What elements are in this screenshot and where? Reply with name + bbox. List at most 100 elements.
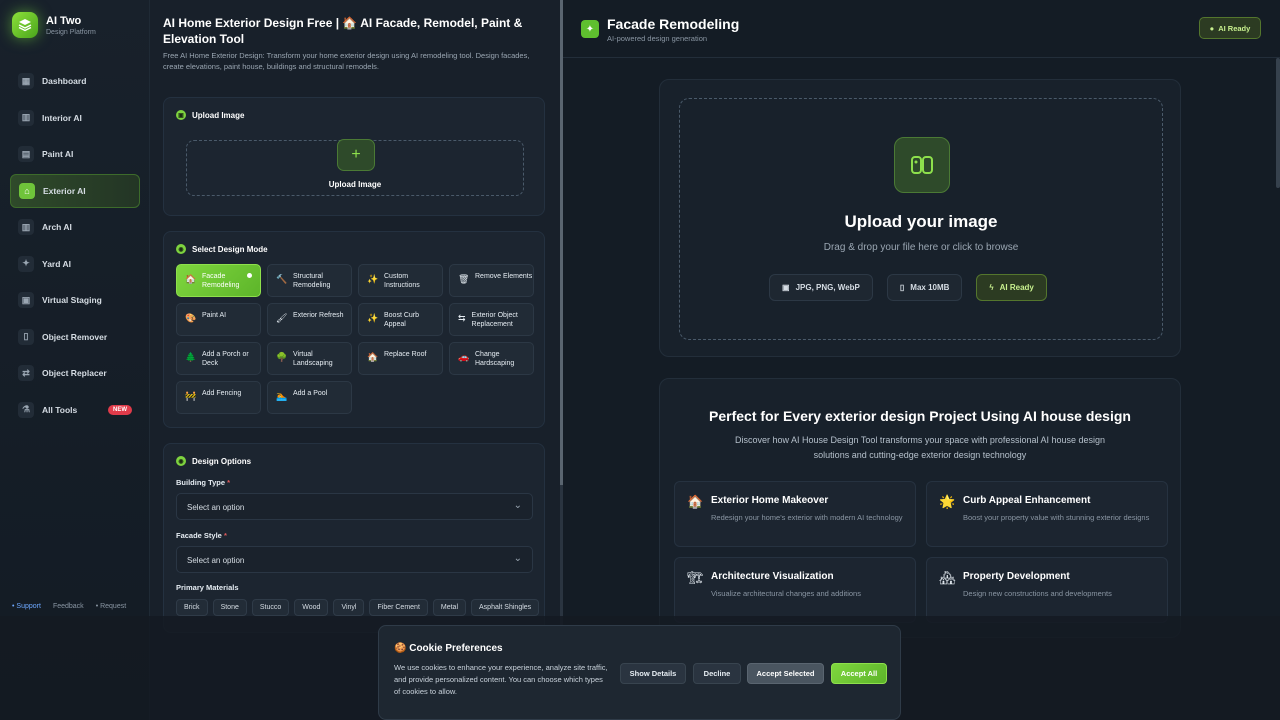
house-icon: ⌂ [19,182,35,199]
house-icon: 🏠 [367,352,379,362]
upload-info-pills: ▣ JPG, PNG, WebP ▯ Max 10MB ϟ AI Ready [769,274,1047,301]
mode-custom-instructions[interactable]: ✨ Custom Instructions [358,264,443,297]
primary-materials-label: Primary Materials [176,583,239,592]
star-icon: 🌟 [939,494,956,509]
preview-scrollbar[interactable] [1276,58,1280,188]
sidebar-item-label: All Tools [42,404,78,415]
paint-icon: ▤ [18,146,34,162]
image-icon: ▣ [18,292,34,308]
ai-ready-pill: ϟ AI Ready [976,274,1047,301]
sidebar-item-object-remover[interactable]: ▯ Object Remover [10,320,140,354]
materials-chips: Brick Stone Stucco Wood Vinyl Fiber Ceme… [176,599,540,616]
cookie-banner: 🍪 Cookie Preferences We use cookies to e… [378,625,901,720]
features-title: Perfect for Every exterior design Projec… [709,408,1131,424]
settings-icon: ◉ [176,456,186,466]
material-chip[interactable]: Wood [294,599,329,616]
upload-heading: ▣ Upload Image [176,110,244,120]
hammer-icon: 🔨 [276,274,288,284]
car-icon: 🚗 [458,352,470,362]
design-options-card: ◉ Design Options Building Type * Select … [163,443,545,633]
mode-add-fencing[interactable]: 🚧 Add Fencing [176,381,261,414]
sidebar-item-dashboard[interactable]: ▦ Dashboard [10,64,140,98]
sidebar-item-all-tools[interactable]: ⚗ All Tools NEW [10,393,140,427]
mode-paint-ai[interactable]: 🎨 Paint AI [176,303,261,336]
image-dropzone[interactable]: Upload your image Drag & drop your file … [679,98,1163,340]
mode-virtual-landscaping[interactable]: 🌳 Virtual Landscaping [267,342,352,375]
material-chip[interactable]: Vinyl [333,599,365,616]
accept-selected-button[interactable]: Accept Selected [747,663,824,684]
material-chip[interactable]: Fiber Cement [369,599,428,616]
accept-all-button[interactable]: Accept All [831,663,887,684]
material-chip[interactable]: Stone [212,599,247,616]
feature-desc: Redesign your home's exterior with moder… [711,513,903,522]
layers-icon [12,12,38,38]
decline-button[interactable]: Decline [693,663,741,684]
sidebar-item-yard-ai[interactable]: ✦ Yard AI [10,247,140,281]
upload-title: Upload your image [844,212,998,231]
mode-exterior-object-replacement[interactable]: ⇆ Exterior Object Replacement [449,303,534,336]
material-chip[interactable]: Stucco [251,599,290,616]
swap-icon: ⇆ [458,313,466,323]
show-details-button[interactable]: Show Details [620,663,686,684]
request-link[interactable]: • Request [96,603,126,610]
mode-boost-curb-appeal[interactable]: ✨ Boost Curb Appeal [358,303,443,336]
feature-curb-appeal: 🌟 Curb Appeal Enhancement Boost your pro… [926,481,1168,547]
sidebar-item-label: Object Remover [42,331,108,342]
mode-add-porch-deck[interactable]: 🌲 Add a Porch or Deck [176,342,261,375]
feature-desc: Boost your property value with stunning … [963,513,1150,522]
sidebar-item-arch-ai[interactable]: ▥ Arch AI [10,210,140,244]
swap-icon: ⇄ [18,365,34,381]
max-size-pill: ▯ Max 10MB [886,274,963,301]
image-icon: ▣ [176,110,186,120]
feedback-link[interactable]: Feedback [53,603,84,610]
support-link[interactable]: • Support [12,603,41,610]
sidebar-item-object-replacer[interactable]: ⇄ Object Replacer [10,356,140,390]
chevron-down-icon: ⌄ [513,500,522,511]
sidebar-nav: ▦ Dashboard ▥ Interior AI ▤ Paint AI ⌂ E… [10,64,140,429]
material-chip[interactable]: Brick [176,599,208,616]
flask-icon: ⚗ [18,401,34,418]
feature-architecture-visualization: 🏗 Architecture Visualization Visualize a… [674,557,916,623]
tree-icon: 🌳 [276,352,288,362]
building-type-select[interactable]: Select an option ⌄ [176,493,533,520]
upload-subtitle: Drag & drop your file here or click to b… [823,242,1019,253]
pool-icon: 🏊 [276,391,288,401]
sidebar-item-label: Exterior AI [43,185,86,196]
material-chip[interactable]: Asphalt Shingles [471,599,540,616]
mode-exterior-refresh[interactable]: 🖌 Exterior Refresh [267,303,352,336]
design-mode-card: ◉ Select Design Mode 🏠 Facade Remodeling … [163,231,545,428]
brand[interactable]: AI Two Design Platform [12,12,96,38]
sidebar-item-virtual-staging[interactable]: ▣ Virtual Staging [10,283,140,317]
upload-dropzone[interactable]: + Upload Image [186,139,524,196]
mode-replace-roof[interactable]: 🏠 Replace Roof [358,342,443,375]
building-type-label: Building Type * [176,478,231,487]
mode-structural-remodeling[interactable]: 🔨 Structural Remodeling [267,264,352,297]
sidebar-item-label: Paint AI [42,149,74,159]
sidebar-item-label: Arch AI [42,222,72,232]
sidebar: AI Two Design Platform ▦ Dashboard ▥ Int… [0,0,150,720]
sidebar-item-paint-ai[interactable]: ▤ Paint AI [10,137,140,171]
image-upload-card: Upload your image Drag & drop your file … [659,79,1181,357]
material-chip[interactable]: Metal [432,599,467,616]
mode-remove-elements[interactable]: 🗑 Remove Elements [449,264,534,297]
sidebar-item-label: Dashboard [42,76,87,86]
mode-change-hardscaping[interactable]: 🚗 Change Hardscaping [449,342,534,375]
formats-pill: ▣ JPG, PNG, WebP [769,274,873,301]
lightning-icon: ϟ [989,283,994,292]
preview-subtitle: AI-powered design generation [607,34,708,43]
mode-add-pool[interactable]: 🏊 Add a Pool [267,381,352,414]
tree-icon: 🌲 [185,352,197,362]
building-icon: 🏗 [687,570,704,585]
preview-panel: ✦ Facade Remodeling AI-powered design ge… [563,0,1280,720]
sidebar-item-interior-ai[interactable]: ▥ Interior AI [10,101,140,135]
facade-style-select[interactable]: Select an option ⌄ [176,546,533,573]
building-icon: ▥ [18,109,34,126]
features-card: Perfect for Every exterior design Projec… [659,378,1181,638]
sparkle-icon: ✨ [367,313,379,323]
sidebar-item-label: Interior AI [42,112,82,123]
tool-panel: AI Home Exterior Design Free | 🏠 AI Faca… [150,0,560,720]
mode-facade-remodeling[interactable]: 🏠 Facade Remodeling [176,264,261,297]
sidebar-item-exterior-ai[interactable]: ⌂ Exterior AI [10,173,140,208]
design-mode-heading: ◉ Select Design Mode [176,244,268,254]
target-icon: ◉ [176,244,186,254]
